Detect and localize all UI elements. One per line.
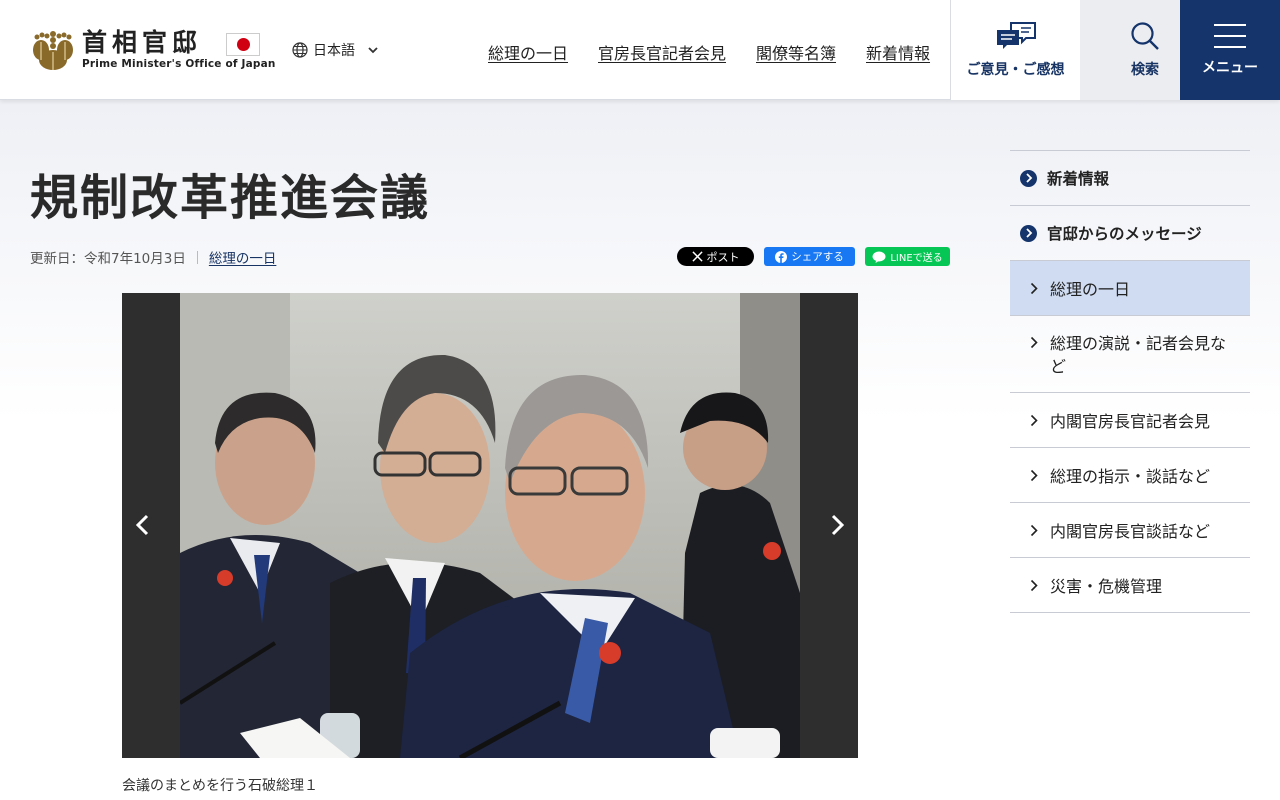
- share-facebook-button[interactable]: シェアする: [764, 247, 855, 266]
- language-selector[interactable]: 日本語: [292, 40, 380, 60]
- sidebar-item-label: 総理の演説・記者会見など: [1050, 334, 1227, 376]
- sidebar-item-label: 官邸からのメッセージ: [1047, 225, 1202, 243]
- sidebar-item-messages[interactable]: 官邸からのメッセージ: [1010, 206, 1250, 261]
- search-label: 検索: [1131, 62, 1159, 78]
- chevron-circle-icon: [1020, 169, 1037, 187]
- sidebar-item-label: 内閣官房長官記者会見: [1050, 412, 1211, 431]
- sidebar-nav: 新着情報 官邸からのメッセージ 総理の一日 総理の演説・記者会見など 内閣官房長…: [1010, 150, 1250, 613]
- sidebar-item-news[interactable]: 新着情報: [1010, 151, 1250, 206]
- meeting-photo-image: [180, 293, 800, 758]
- share-line-button[interactable]: LINEで送る: [865, 247, 950, 266]
- line-logo-icon: [872, 251, 886, 263]
- page-title: 規制改革推進会議: [30, 170, 431, 226]
- chevron-right-icon: [831, 514, 845, 536]
- chevron-left-icon: [135, 514, 149, 536]
- site-header: 首相官邸 Prime Minister's Office of Japan 日本…: [0, 0, 1280, 100]
- menu-label: メニュー: [1202, 60, 1258, 76]
- sidebar-item-label: 新着情報: [1047, 170, 1110, 188]
- paulownia-crest-icon: [33, 31, 73, 70]
- photo-carousel: [122, 293, 858, 758]
- nav-link-cabinet-list[interactable]: 閣僚等名簿: [756, 40, 836, 64]
- sidebar-subitem-speeches[interactable]: 総理の演説・記者会見など: [1010, 316, 1250, 393]
- menu-button[interactable]: メニュー: [1180, 0, 1280, 100]
- category-link[interactable]: 総理の一日: [209, 247, 277, 267]
- facebook-icon: [775, 250, 788, 263]
- speech-bubbles-icon: [996, 22, 1036, 49]
- sidebar-item-label: 総理の一日: [1050, 280, 1131, 299]
- meta-divider: [196, 250, 198, 264]
- chevron-right-icon: [1030, 336, 1050, 349]
- chevron-right-icon: [1030, 579, 1050, 592]
- meeting-photo: [180, 293, 800, 758]
- chevron-down-icon: [368, 47, 378, 54]
- chevron-right-icon: [1030, 469, 1050, 482]
- chevron-circle-icon: [1020, 224, 1037, 242]
- chevron-right-icon: [1030, 282, 1050, 295]
- share-line-label: LINEで送る: [890, 253, 943, 264]
- chevron-right-icon: [1030, 414, 1050, 427]
- sidebar-item-label: 総理の指示・談話など: [1050, 467, 1211, 486]
- photo-caption: 会議のまとめを行う石破総理１: [122, 778, 318, 794]
- japan-flag-icon: [226, 33, 260, 56]
- share-x-button[interactable]: ポスト: [677, 247, 754, 266]
- sidebar-subitem-chief-secretary-press[interactable]: 内閣官房長官記者会見: [1010, 393, 1250, 448]
- share-facebook-label: シェアする: [791, 251, 844, 263]
- nav-link-news[interactable]: 新着情報: [866, 40, 930, 64]
- globe-icon: [292, 42, 308, 58]
- language-label: 日本語: [313, 43, 355, 59]
- share-x-label: ポスト: [706, 250, 740, 264]
- nav-link-pm-schedule[interactable]: 総理の一日: [488, 40, 568, 64]
- x-logo-icon: [691, 251, 703, 262]
- nav-link-press-conference[interactable]: 官房長官記者会見: [598, 40, 726, 64]
- chevron-right-icon: [1030, 524, 1050, 537]
- search-icon: [1131, 22, 1159, 50]
- hamburger-icon: [1214, 24, 1246, 48]
- opinion-label: ご意見・ご感想: [966, 62, 1065, 78]
- sidebar-item-label: 内閣官房長官談話など: [1050, 522, 1211, 541]
- carousel-next-button[interactable]: [818, 505, 858, 545]
- logo-title: 首相官邸: [82, 28, 203, 57]
- site-logo[interactable]: 首相官邸 Prime Minister's Office of Japan: [30, 28, 275, 72]
- carousel-prev-button[interactable]: [122, 505, 162, 545]
- sidebar-item-label: 災害・危機管理: [1050, 577, 1163, 596]
- article-meta: 更新日：令和7年10月3日 総理の一日: [30, 247, 276, 267]
- opinion-button[interactable]: ご意見・ご感想: [950, 0, 1080, 100]
- sidebar-subitem-chief-secretary-statements[interactable]: 内閣官房長官談話など: [1010, 503, 1250, 558]
- logo-subtitle: Prime Minister's Office of Japan: [82, 58, 276, 70]
- sidebar-subitem-pm-schedule[interactable]: 総理の一日: [1010, 261, 1250, 316]
- sidebar-subitem-pm-statements[interactable]: 総理の指示・談話など: [1010, 448, 1250, 503]
- sidebar-subitem-disaster[interactable]: 災害・危機管理: [1010, 558, 1250, 613]
- updated-date: 更新日：令和7年10月3日: [30, 251, 186, 267]
